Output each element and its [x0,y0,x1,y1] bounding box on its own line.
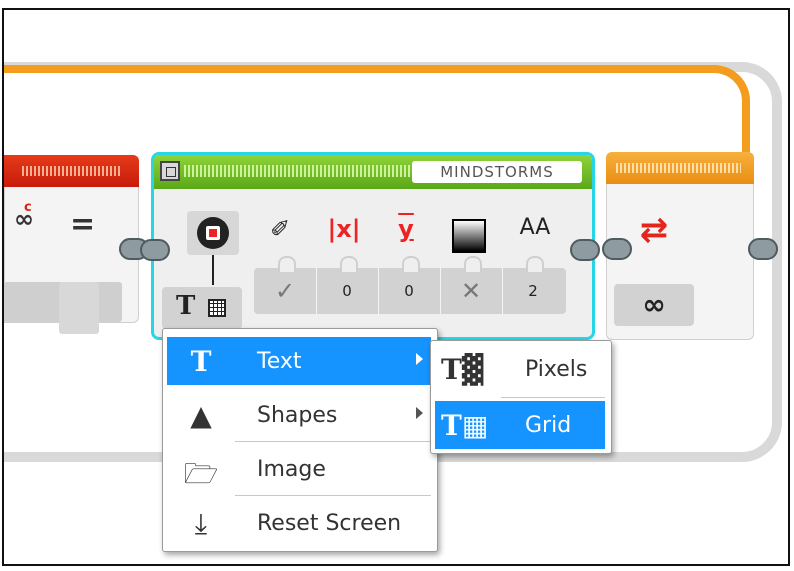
menu-item-image[interactable]: 🗁 Image [167,445,431,493]
color-value[interactable]: ✕ [440,268,503,314]
loop-connector[interactable] [602,238,632,260]
param-tab [278,256,296,272]
text-submenu: T▓ Pixels T▦ Grid [430,340,612,454]
compare-block[interactable]: ∞ c = [4,155,139,334]
y-value[interactable]: 0 [378,268,441,314]
compare-output-plug [59,282,99,334]
y-param-icon[interactable]: y [386,215,426,255]
x-label: x [336,215,352,243]
menu-item-label: Shapes [257,403,338,428]
menu-separator [235,495,431,496]
param-tab [402,256,420,272]
display-port-button[interactable] [187,211,239,255]
header-texture [184,165,414,177]
display-block-header: MINDSTORMS [154,155,592,189]
display-block[interactable]: MINDSTORMS ✐ |x| y AA ✓ 0 0 ✕ 2 T [140,152,600,340]
eraser-value[interactable]: ✓ [254,268,317,314]
x-param-icon[interactable]: |x| [324,215,364,255]
text-pixels-icon: T▓ [441,353,484,386]
font-size-icon[interactable]: AA [512,215,558,255]
shapes-icon: ▲ [190,399,212,432]
display-icon [197,217,229,249]
submenu-arrow-icon [416,353,423,365]
param-tab [526,256,544,272]
mode-selector-button[interactable]: T [162,287,242,329]
compare-block-header [4,155,139,187]
menu-item-reset-screen[interactable]: ⤓ Reset Screen [167,499,431,547]
link-mark: c [24,200,32,215]
x-value[interactable]: 0 [316,268,379,314]
color-param-icon[interactable] [452,219,486,253]
mode-menu: T Text ▲ Shapes 🗁 Image ⤓ Reset Screen [162,328,438,552]
loop-wire [4,65,750,165]
equals-sign: = [70,207,96,242]
param-tab [340,256,358,272]
download-reset-icon: ⤓ [194,507,208,540]
menu-separator [501,397,605,398]
submenu-item-label: Pixels [525,357,588,382]
display-block-icon [160,161,180,181]
submenu-item-pixels[interactable]: T▓ Pixels [435,345,605,393]
loop-mode-button[interactable]: ∞ [614,284,694,326]
menu-item-label: Reset Screen [257,511,402,536]
brand-label: MINDSTORMS [412,161,582,183]
font-value[interactable]: 2 [502,268,564,314]
sequence-connector-3[interactable] [570,239,600,261]
text-grid-icon: T▦ [441,409,489,442]
menu-item-label: Image [257,457,326,482]
param-tab [464,256,482,272]
menu-item-label: Text [257,349,302,374]
submenu-item-grid[interactable]: T▦ Grid [435,401,605,449]
submenu-arrow-icon [416,407,423,419]
loop-block-header [606,152,754,184]
sequence-connector-2[interactable] [140,239,170,261]
sequence-connector-4[interactable] [748,238,778,260]
grid-icon [208,299,226,317]
param-row: ✓ 0 0 ✕ 2 [254,256,566,314]
folder-icon: 🗁 [183,457,219,490]
loop-end-block[interactable]: ⇄ ∞ [602,152,754,340]
text-T-icon: T [190,345,212,378]
submenu-item-label: Grid [525,413,572,438]
loop-arrows-icon[interactable]: ⇄ [634,210,674,250]
text-T-icon: T [176,291,196,321]
eraser-icon[interactable]: ✐ [260,215,300,255]
menu-item-shapes[interactable]: ▲ Shapes [167,391,431,439]
mode-link-line [212,255,214,285]
menu-item-text[interactable]: T Text [167,337,431,385]
menu-separator [235,441,431,442]
canvas-frame: ∞ c = MINDSTORMS ✐ |x| y AA ✓ 0 0 ✕ 2 T … [2,8,790,566]
